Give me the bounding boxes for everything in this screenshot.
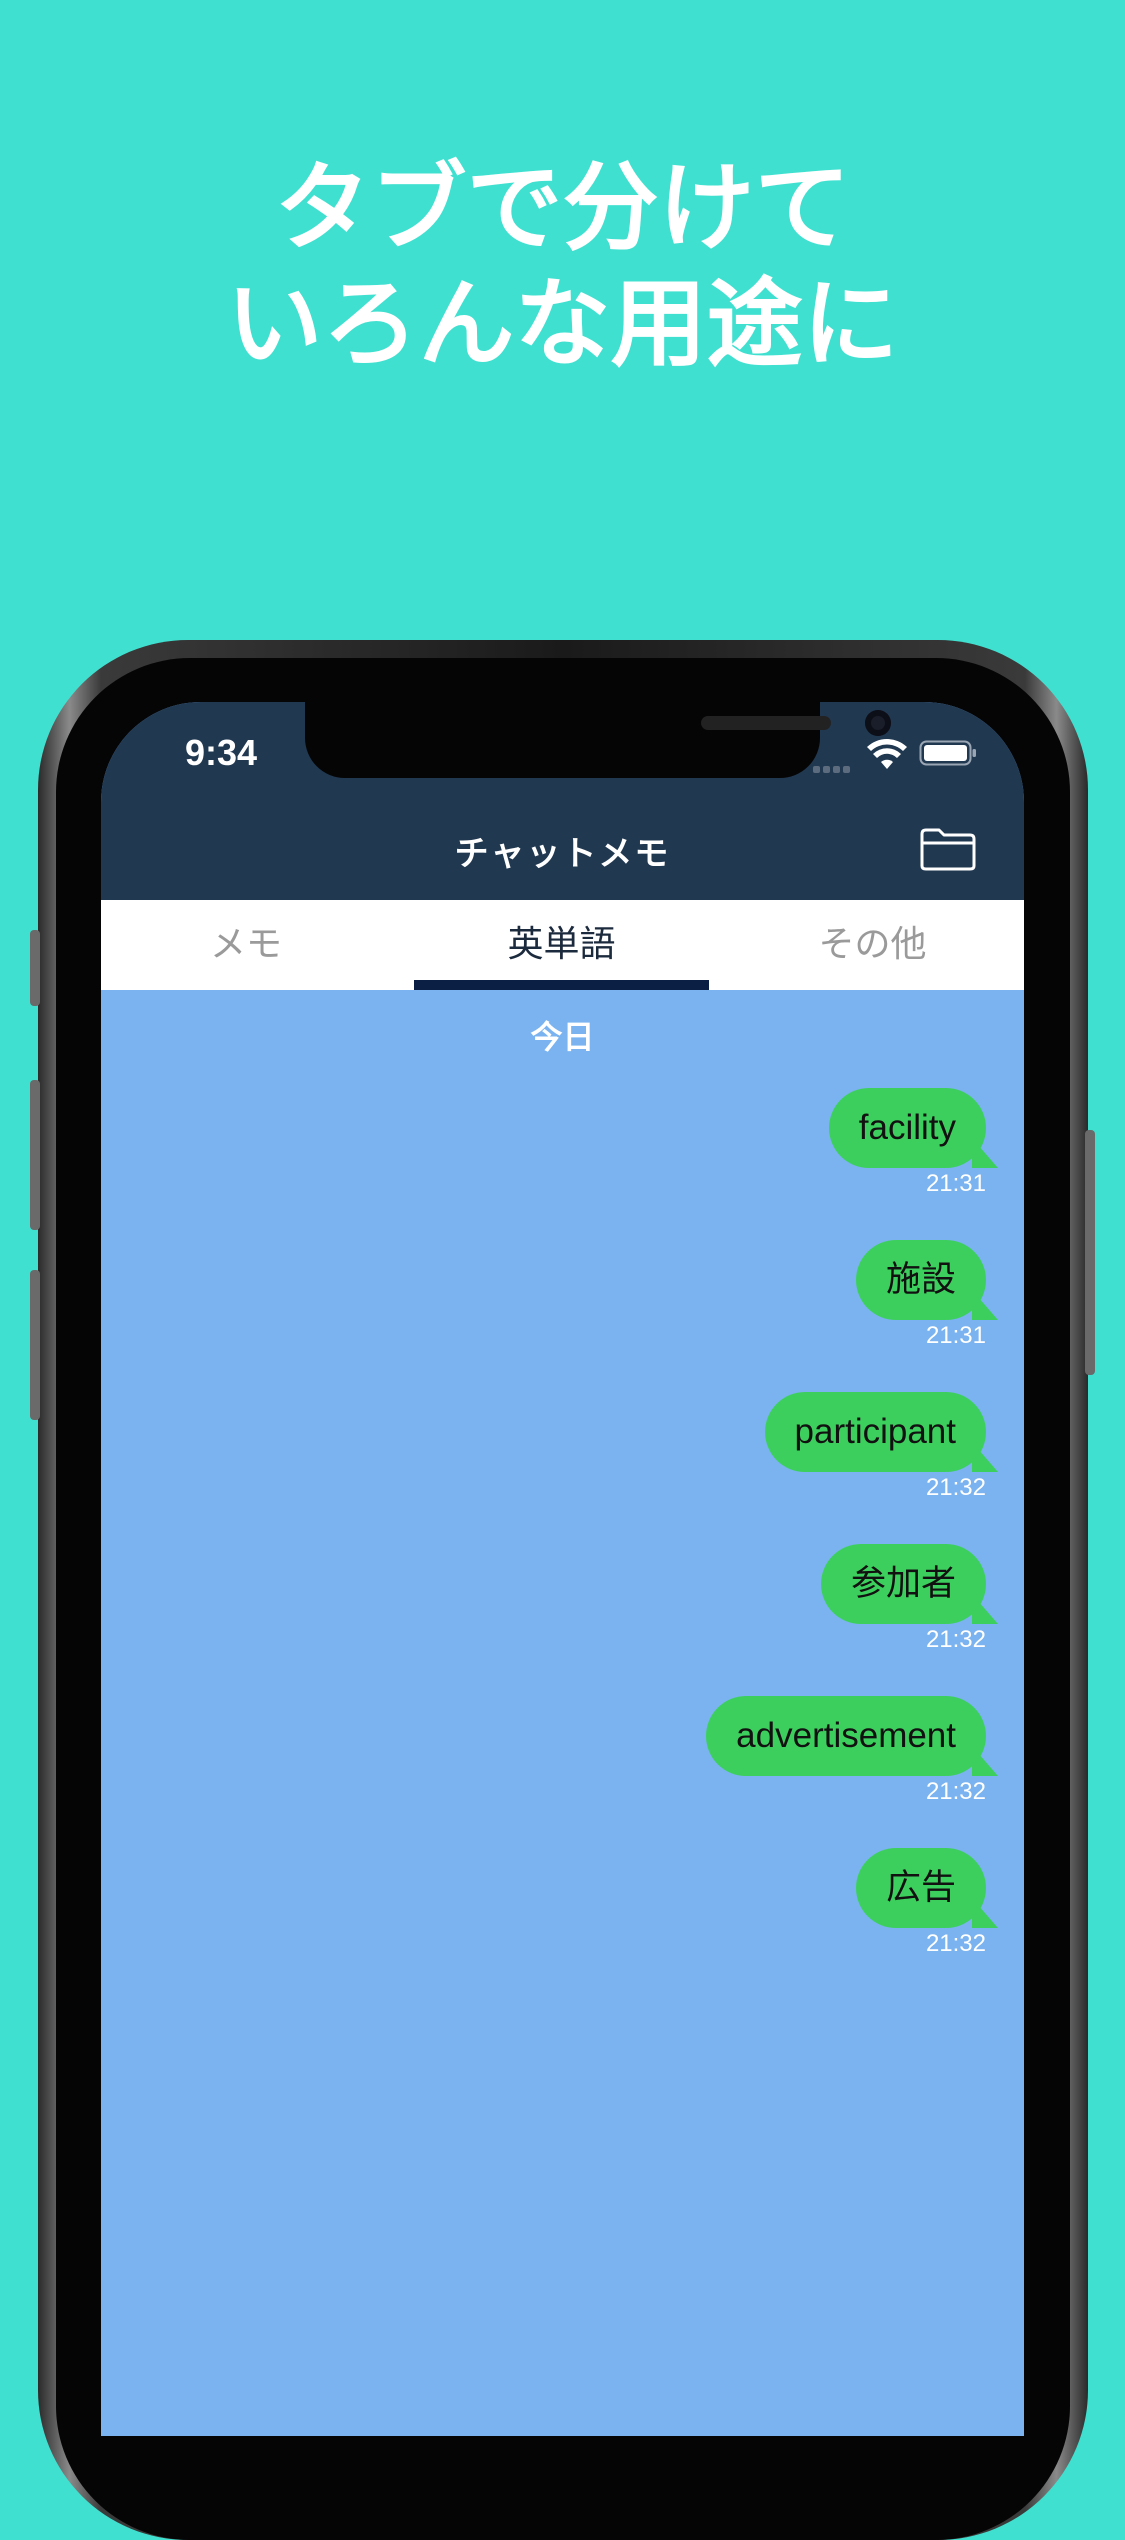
tab-bar: メモ 英単語 その他: [101, 900, 1024, 990]
promo-headline-line-1: タブで分けて: [274, 152, 851, 264]
phone-notch: [305, 702, 891, 778]
chat-message[interactable]: 参加者 21:32: [820, 1544, 999, 1653]
message-time: 21:32: [925, 1474, 986, 1501]
message-time: 21:32: [925, 1930, 986, 1957]
phone-screen: 9:34 チャットメモ メモ 英単語 その他 今日 facility 21:31…: [101, 702, 1024, 2436]
promo-headline: タブで分けて いろんな用途に: [0, 150, 1125, 382]
chat-message[interactable]: 施設 21:31: [855, 1240, 999, 1349]
message-bubble[interactable]: 広告: [855, 1848, 999, 1928]
chat-message[interactable]: 広告 21:32: [855, 1848, 999, 1957]
message-time: 21:31: [925, 1322, 986, 1349]
phone-volume-up: [30, 1080, 40, 1230]
chat-message[interactable]: facility 21:31: [828, 1088, 999, 1197]
cellular-signal-icon: [813, 758, 857, 773]
phone-mute-switch: [30, 930, 40, 1006]
folder-icon[interactable]: [919, 826, 977, 872]
promo-headline-line-2: いろんな用途に: [226, 268, 899, 380]
message-bubble[interactable]: 参加者: [820, 1544, 999, 1624]
app-title: チャットメモ: [454, 834, 671, 874]
message-bubble[interactable]: facility: [828, 1088, 999, 1168]
phone-power-button: [1085, 1130, 1095, 1375]
tab-memo[interactable]: メモ: [101, 900, 391, 990]
chat-message[interactable]: participant 21:32: [764, 1392, 999, 1501]
message-bubble[interactable]: participant: [764, 1392, 999, 1472]
phone-volume-down: [30, 1270, 40, 1420]
message-bubble[interactable]: 施設: [855, 1240, 999, 1320]
tab-other[interactable]: その他: [721, 900, 1024, 990]
speaker-grille: [701, 716, 831, 730]
navigation-bar: 9:34 チャットメモ: [101, 702, 1024, 900]
message-time: 21:31: [925, 1170, 986, 1197]
date-separator: 今日: [530, 1018, 595, 1056]
message-time: 21:32: [925, 1778, 986, 1805]
message-bubble[interactable]: advertisement: [706, 1696, 998, 1776]
message-time: 21:32: [925, 1626, 986, 1653]
chat-message[interactable]: advertisement 21:32: [706, 1696, 998, 1805]
status-time: 9:34: [185, 732, 258, 773]
active-tab-indicator: [414, 980, 709, 990]
tab-vocabulary[interactable]: 英単語: [414, 900, 709, 990]
battery-icon: [919, 740, 976, 766]
wifi-icon: [867, 739, 907, 769]
front-camera: [865, 710, 891, 736]
